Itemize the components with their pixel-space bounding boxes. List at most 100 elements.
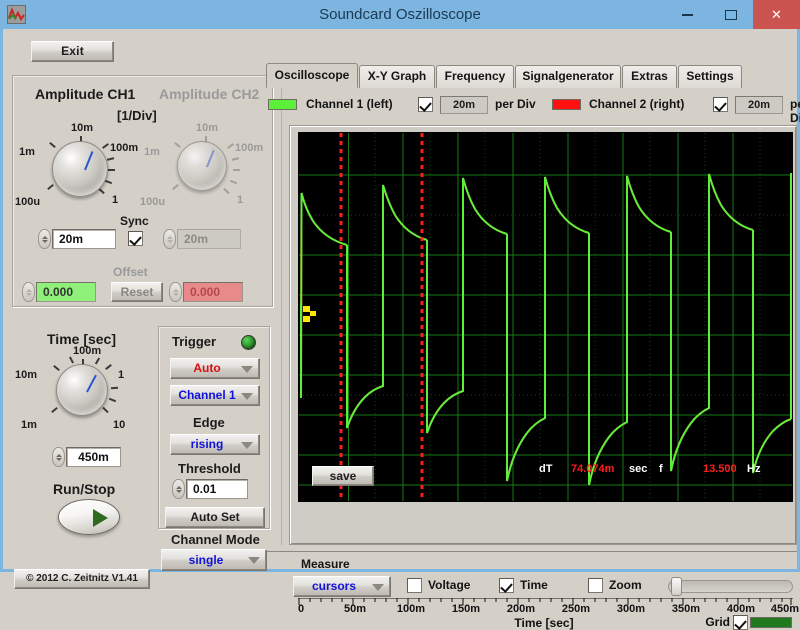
- measure-title: Measure: [301, 557, 350, 571]
- frequency-unit: Hz: [747, 463, 761, 475]
- amplitude-ch2-knob-group: 10m 1m 100m 100u 1: [140, 122, 263, 210]
- trigger-edge-dropdown[interactable]: rising: [170, 434, 260, 455]
- amplitude-ch2-spinner[interactable]: [163, 229, 176, 249]
- chevron-down-icon: [248, 557, 260, 564]
- x-tick-400m: 400m: [726, 603, 756, 615]
- zoom-slider-thumb[interactable]: [671, 577, 682, 596]
- offset-label: Offset: [113, 265, 148, 279]
- time-tick-label-100m: 100m: [73, 345, 102, 357]
- frequency-label: f: [659, 463, 663, 475]
- runstop-label: Run/Stop: [53, 481, 116, 497]
- x-tick-100m: 100m: [396, 603, 426, 615]
- sync-checkbox[interactable]: [128, 231, 143, 246]
- time-value[interactable]: 450m: [66, 447, 121, 467]
- tab-xy-graph[interactable]: X-Y Graph: [359, 65, 435, 88]
- knob-needle: [206, 149, 215, 168]
- amplitude-ch1-knob-group: 10m 1m 100m 100u 1: [15, 122, 138, 210]
- channel2-perdiv-value[interactable]: 20m: [735, 96, 783, 114]
- amplitude-ch1-spinner[interactable]: [38, 229, 51, 249]
- sync-label: Sync: [120, 214, 149, 228]
- channel2-color-swatch: [552, 99, 581, 110]
- channel-mode-dropdown[interactable]: single: [161, 549, 267, 571]
- offset-ch1-spinner[interactable]: [22, 282, 35, 302]
- main-area: Exit Amplitude CH1 Amplitude CH2 [1/Div]…: [0, 29, 800, 630]
- trigger-source-dropdown[interactable]: Channel 1: [170, 385, 260, 406]
- amplitude-ch2-value[interactable]: 20m: [177, 229, 241, 249]
- channel1-color-swatch: [268, 99, 297, 110]
- time-checkbox[interactable]: [499, 578, 514, 593]
- chevron-down-icon: [241, 366, 253, 373]
- zoom-checkbox[interactable]: [588, 578, 603, 593]
- save-button[interactable]: save: [312, 466, 374, 486]
- knob-tick-label-1m-ch2: 1m: [144, 146, 160, 158]
- voltage-checkbox[interactable]: [407, 578, 422, 593]
- x-tick-200m: 200m: [506, 603, 536, 615]
- tab-frequency[interactable]: Frequency: [436, 65, 514, 88]
- threshold-value[interactable]: 0.01: [186, 479, 248, 499]
- channel1-perdiv-label: per Div: [495, 97, 536, 111]
- channel-mode-value: single: [188, 553, 224, 567]
- waveform-svg: [299, 133, 792, 501]
- tab-extras[interactable]: Extras: [622, 65, 677, 88]
- oscilloscope-display: dT 74.074m sec f 13.500 Hz save 0 50m 10…: [289, 125, 799, 630]
- x-tick-250m: 250m: [561, 603, 591, 615]
- knob-tick-label-100u: 100u: [15, 196, 41, 208]
- grid-label: Grid: [705, 615, 730, 629]
- measure-mode-dropdown[interactable]: cursors: [293, 576, 391, 597]
- zoom-label: Zoom: [609, 578, 642, 592]
- close-button[interactable]: ✕: [753, 0, 800, 29]
- chevron-down-icon: [241, 393, 253, 400]
- waveform-plot[interactable]: dT 74.074m sec f 13.500 Hz save: [298, 132, 793, 502]
- offset-ch2-value[interactable]: 0.000: [183, 282, 243, 302]
- title-bar: Soundcard Oszilloscope ✕: [0, 0, 800, 29]
- knob-tick-label-10m: 10m: [71, 122, 94, 134]
- channel-marker-icon: [303, 306, 316, 322]
- dt-unit: sec: [629, 463, 648, 475]
- channel2-enable-checkbox[interactable]: [713, 97, 728, 112]
- knob-tick-label-100m: 100m: [110, 142, 139, 154]
- offset-ch1-value[interactable]: 0.000: [36, 282, 96, 302]
- trigger-mode-value: Auto: [193, 361, 221, 375]
- amplitude-ch1-knob[interactable]: [52, 141, 108, 197]
- time-tick-label-1m: 1m: [21, 419, 37, 431]
- time-knob[interactable]: [56, 364, 108, 416]
- grid-checkbox[interactable]: [733, 615, 748, 630]
- zoom-slider[interactable]: [668, 577, 793, 596]
- exit-button[interactable]: Exit: [31, 41, 114, 62]
- measure-mode-value: cursors: [311, 579, 357, 593]
- knob-tick-label-1m: 1m: [19, 146, 35, 158]
- knob-tick-label-100m-ch2: 100m: [235, 142, 264, 154]
- channel2-perdiv-label: per Div: [790, 97, 800, 125]
- maximize-button[interactable]: [709, 0, 753, 29]
- trigger-source-value: Channel 1: [178, 388, 236, 402]
- x-tick-350m: 350m: [671, 603, 701, 615]
- channel1-perdiv-value[interactable]: 20m: [440, 96, 488, 114]
- trigger-mode-dropdown[interactable]: Auto: [170, 358, 260, 379]
- amplitude-ch1-value[interactable]: 20m: [52, 229, 116, 249]
- knob-needle: [86, 374, 97, 393]
- grid-color-swatch[interactable]: [750, 617, 792, 628]
- run-stop-button[interactable]: [58, 499, 120, 535]
- x-tick-450m: 450m: [770, 603, 800, 615]
- channel-control-row: Channel 1 (left) 20m per Div Channel 2 (…: [268, 94, 800, 125]
- x-tick-0: 0: [297, 603, 305, 615]
- amplitude-ch2-knob[interactable]: [177, 141, 227, 191]
- threshold-spinner[interactable]: [172, 479, 185, 499]
- tab-signalgenerator[interactable]: Signalgenerator: [515, 65, 621, 88]
- trigger-edge-value: rising: [190, 437, 224, 451]
- tab-settings[interactable]: Settings: [678, 65, 742, 88]
- voltage-label: Voltage: [428, 578, 471, 592]
- minimize-button[interactable]: [665, 0, 709, 29]
- offset-reset-button[interactable]: Reset: [111, 282, 163, 302]
- channel1-enable-checkbox[interactable]: [418, 97, 433, 112]
- auto-set-button[interactable]: Auto Set: [165, 507, 265, 528]
- time-tick-label-10m: 10m: [15, 369, 38, 381]
- offset-ch2-spinner[interactable]: [169, 282, 182, 302]
- time-value-spinner[interactable]: [52, 447, 65, 467]
- knob-tick-label-1: 1: [112, 194, 119, 206]
- channel2-label: Channel 2 (right): [589, 97, 685, 111]
- minimize-icon: [681, 13, 693, 16]
- tab-oscilloscope[interactable]: Oscilloscope: [266, 63, 358, 88]
- copyright-button[interactable]: © 2012 C. Zeitnitz V1.41: [14, 569, 150, 589]
- knob-tick-label-10m-ch2: 10m: [196, 122, 219, 134]
